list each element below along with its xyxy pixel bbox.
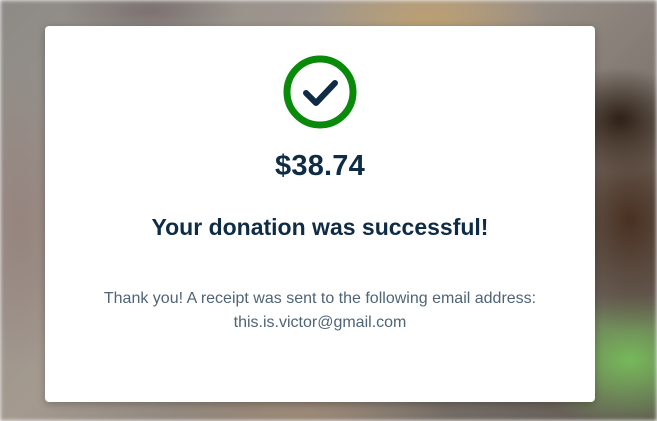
donation-amount: $38.74 <box>275 150 365 182</box>
donation-success-card: $38.74 Your donation was successful! Tha… <box>45 26 595 402</box>
receipt-message: Thank you! A receipt was sent to the fol… <box>65 287 575 335</box>
receipt-email: this.is.victor@gmail.com <box>233 314 407 331</box>
check-circle-icon <box>283 55 357 129</box>
success-headline: Your donation was successful! <box>151 214 489 240</box>
receipt-message-text: Thank you! A receipt was sent to the fol… <box>103 290 537 307</box>
